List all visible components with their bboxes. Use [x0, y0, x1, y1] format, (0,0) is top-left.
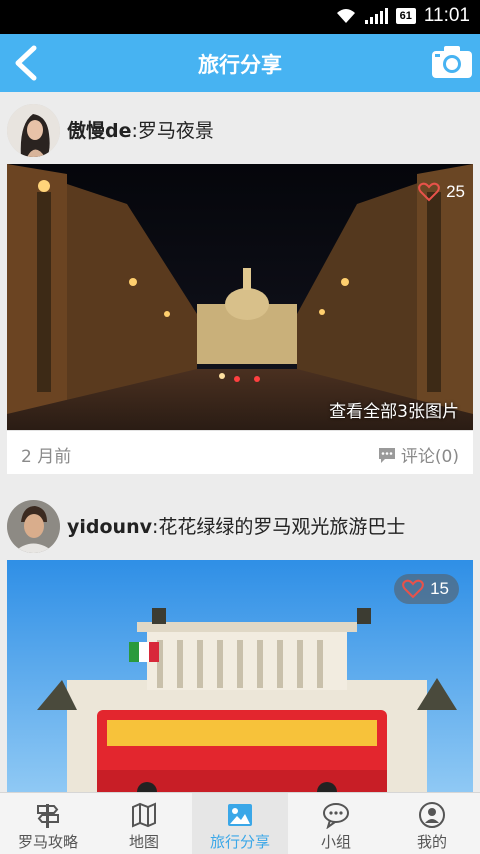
- post-username[interactable]: 傲慢de: [67, 120, 132, 142]
- nav-item-travel-share[interactable]: 旅行分享: [192, 793, 288, 854]
- profile-icon: [419, 802, 445, 828]
- like-count: 15: [430, 579, 449, 598]
- heart-icon[interactable]: [402, 579, 424, 599]
- post-title-text: 花花绿绿的罗马观光旅游巴士: [158, 516, 406, 538]
- post-photo[interactable]: 25 查看全部3张图片: [7, 164, 473, 430]
- battery-icon: 61: [395, 8, 416, 24]
- chat-bubbles-icon: [323, 803, 349, 829]
- wifi-icon: [336, 9, 355, 23]
- like-counter[interactable]: 15: [394, 574, 459, 604]
- post-title-text: 罗马夜景: [137, 120, 214, 142]
- signal-icon: [364, 8, 388, 24]
- status-time: 11:01: [423, 5, 470, 26]
- post-card[interactable]: 15: [7, 560, 473, 792]
- avatar[interactable]: [7, 104, 60, 157]
- map-icon: [132, 802, 156, 828]
- post-header: 傲慢de:罗马夜景: [0, 92, 480, 164]
- share-feed[interactable]: 傲慢de:罗马夜景 25 查看全部3张图片 2 月前 评论(0) yidounv…: [0, 92, 480, 792]
- post-header: yidounv:花花绿绿的罗马观光旅游巴士: [0, 488, 480, 560]
- title-bar: 旅行分享: [0, 34, 480, 92]
- camera-icon[interactable]: [430, 44, 474, 80]
- nav-item-mine[interactable]: 我的: [384, 793, 480, 854]
- post-title[interactable]: yidounv:花花绿绿的罗马观光旅游巴士: [67, 512, 405, 539]
- nav-label: 地图: [128, 833, 159, 851]
- post-photo[interactable]: 15: [7, 560, 473, 792]
- post-card[interactable]: 25 查看全部3张图片 2 月前 评论(0): [7, 164, 473, 474]
- like-counter[interactable]: 25: [418, 182, 465, 202]
- signpost-icon: [37, 804, 59, 828]
- nav-label: 我的: [416, 833, 447, 851]
- bottom-nav: 罗马攻略 地图 旅行分享 小组 我的: [0, 792, 480, 854]
- nav-label: 小组: [320, 833, 351, 851]
- comment-count: 评论(0): [400, 447, 459, 467]
- view-all-photos-link[interactable]: 查看全部3张图片: [329, 397, 459, 422]
- nav-item-map[interactable]: 地图: [96, 793, 192, 854]
- post-time: 2 月前: [21, 447, 72, 467]
- nav-label: 旅行分享: [209, 833, 270, 851]
- post-footer: 2 月前 评论(0): [7, 430, 473, 474]
- heart-icon[interactable]: [418, 182, 440, 202]
- like-count: 25: [446, 182, 465, 201]
- post-title[interactable]: 傲慢de:罗马夜景: [67, 116, 214, 143]
- photo-icon: [228, 804, 252, 826]
- post-item[interactable]: yidounv:花花绿绿的罗马观光旅游巴士 15: [0, 488, 480, 792]
- post-username[interactable]: yidounv: [67, 516, 152, 538]
- nav-label: 罗马攻略: [17, 833, 78, 851]
- status-icons: 61 11:01: [335, 5, 470, 27]
- avatar[interactable]: [7, 500, 60, 553]
- nav-item-group[interactable]: 小组: [288, 793, 384, 854]
- comment-button[interactable]: 评论(0): [377, 442, 459, 467]
- status-bar: 61 11:01: [0, 0, 480, 34]
- nav-item-rome-guide[interactable]: 罗马攻略: [0, 793, 96, 854]
- page-title: 旅行分享: [198, 53, 282, 77]
- post-item[interactable]: 傲慢de:罗马夜景 25 查看全部3张图片 2 月前 评论(0): [0, 92, 480, 474]
- comment-icon: [378, 447, 395, 463]
